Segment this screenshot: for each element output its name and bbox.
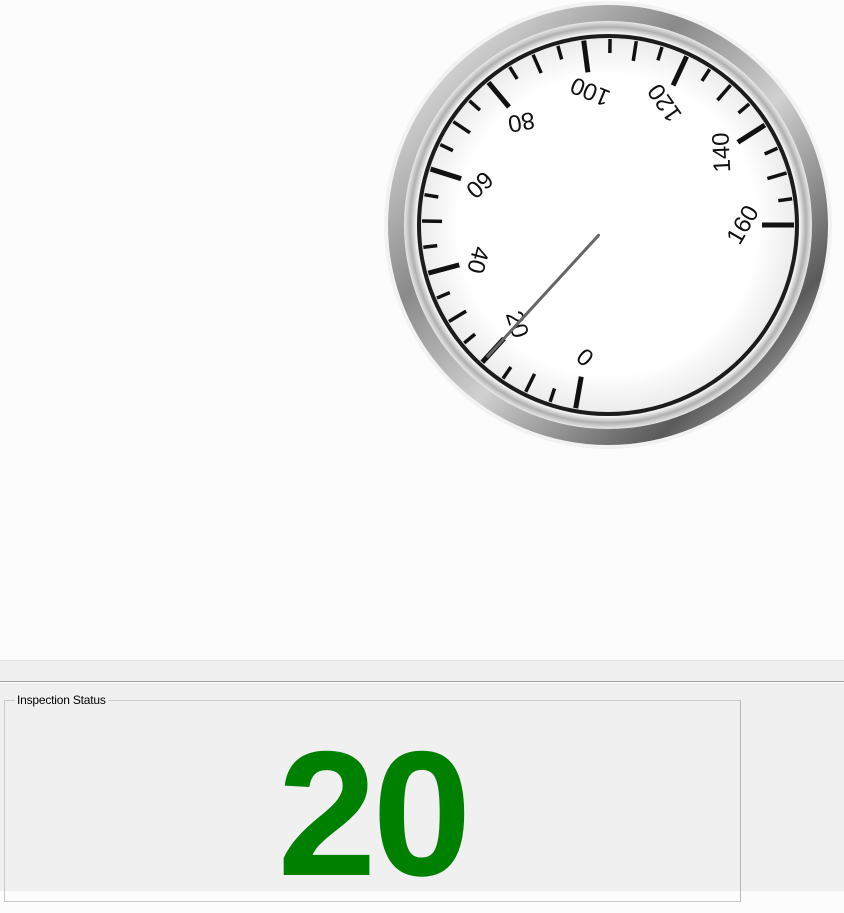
inspection-panel: Inspection Status 20 xyxy=(0,660,844,891)
inspection-status-value: 20 xyxy=(5,725,740,903)
gauge-tick-label: 80 xyxy=(506,106,537,137)
inspection-status-group: Inspection Status 20 xyxy=(4,700,741,902)
gauge-minor-tick xyxy=(424,195,438,197)
speed-gauge: 020406080100120140160 xyxy=(380,0,840,456)
gauge-area: 020406080100120140160 xyxy=(0,0,844,660)
inspection-status-label: Inspection Status xyxy=(15,693,108,707)
gauge-minor-tick xyxy=(423,246,437,248)
gauge-minor-tick xyxy=(778,199,792,201)
gauge-tick-label: 140 xyxy=(707,132,736,173)
panel-separator xyxy=(0,681,844,683)
